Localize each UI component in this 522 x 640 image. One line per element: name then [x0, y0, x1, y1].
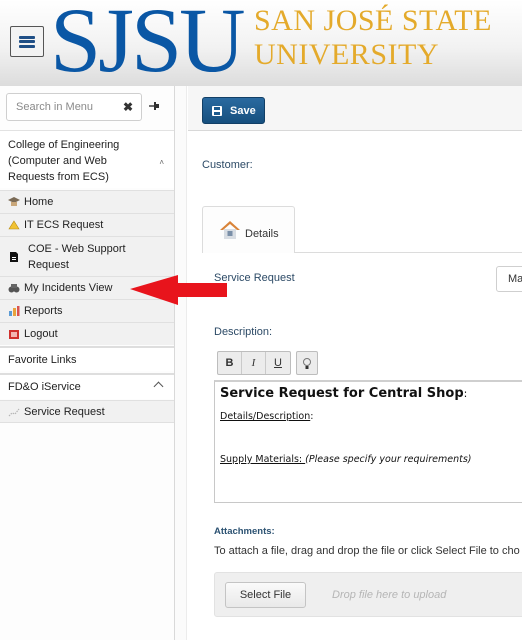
binoculars-icon [8, 284, 20, 293]
attachments-label: Attachments: [214, 526, 275, 537]
hamburger-menu-button[interactable] [10, 26, 44, 57]
save-button-label: Save [230, 104, 256, 117]
attachments-description: To attach a file, drag and drop the file… [214, 545, 520, 557]
house-icon [220, 221, 240, 239]
site-header: SJSU SAN JOSÉ STATE UNIVERSITY [0, 0, 522, 86]
menu-search-input[interactable] [7, 94, 117, 120]
tab-details[interactable]: Details [202, 206, 295, 253]
menu-search: ✖ [6, 93, 142, 121]
editor-details-line: Details/Description: [220, 411, 522, 422]
sidebar: ✖ College of Engineering (Computer and W… [0, 86, 175, 640]
chart-line-icon [8, 408, 20, 416]
sjsu-logo: SJSU [50, 0, 246, 91]
editor-heading: Service Request for Central Shop: [220, 386, 522, 401]
bar-chart-icon [9, 306, 20, 316]
collapse-icon: ˄ [159, 158, 164, 167]
sidebar-item-label: My Incidents View [24, 282, 113, 294]
document-icon [10, 251, 18, 262]
sidebar-item-label: Logout [24, 328, 58, 340]
sidebar-item-it-ecs-request[interactable]: IT ECS Request [0, 213, 174, 236]
customer-label: Customer: [202, 159, 253, 171]
sidebar-splitter[interactable] [175, 86, 187, 640]
sidebar-item-coe-web-support[interactable]: COE - Web Support Request [0, 236, 174, 276]
university-name-line2: UNIVERSITY [254, 38, 439, 71]
pin-icon[interactable] [148, 100, 160, 112]
university-name: SAN JOSÉ STATE UNIVERSITY [254, 4, 492, 72]
format-button-group: B I U [217, 351, 291, 375]
tab-details-label: Details [245, 228, 279, 240]
file-drop-zone[interactable]: Select File Drop file here to upload [214, 572, 522, 617]
sidebar-item-label: Service Request [24, 405, 105, 418]
underline-button[interactable]: U [266, 352, 290, 374]
editor-details-label: Details/Description [220, 411, 311, 422]
italic-button[interactable]: I [242, 352, 266, 374]
editor-heading-text: Service Request for Central Shop [220, 386, 464, 401]
sidebar-item-logout[interactable]: Logout [0, 322, 174, 345]
editor-heading-colon: : [463, 387, 468, 400]
editor-supply-line: Supply Materials: (Please specify your r… [220, 454, 522, 465]
editor-details-colon: : [310, 411, 314, 422]
logout-icon [9, 330, 19, 339]
lightbulb-icon [303, 357, 311, 369]
sidebar-item-label: IT ECS Request [24, 219, 104, 231]
favorite-links[interactable]: Favorite Links [0, 346, 174, 371]
service-request-select[interactable]: Ma [496, 266, 522, 292]
section-title: FD&O iService [8, 381, 81, 393]
sidebar-item-label: Home [24, 196, 54, 208]
editor-supply-hint: (Please specify your requirements) [305, 454, 472, 465]
warning-icon [8, 220, 20, 230]
sidebar-item-service-request[interactable]: Service Request [0, 400, 174, 423]
section-college-of-engineering[interactable]: College of Engineering (Computer and Web… [0, 130, 174, 188]
drop-hint: Drop file here to upload [332, 589, 447, 601]
save-disk-icon [212, 105, 222, 116]
hamburger-icon [19, 35, 35, 48]
save-button[interactable]: Save [202, 97, 265, 124]
description-label: Description: [214, 326, 273, 338]
bold-button[interactable]: B [218, 352, 242, 374]
sidebar-item-label: COE - Web Support Request [28, 242, 126, 271]
suggestion-button[interactable] [296, 351, 318, 375]
clear-search-icon[interactable]: ✖ [123, 100, 133, 114]
sidebar-item-home[interactable]: Home [0, 190, 174, 213]
section-title: College of Engineering (Computer and Web… [8, 139, 120, 183]
tab-divider [295, 252, 522, 253]
editor-supply-label: Supply Materials: [220, 454, 306, 465]
section-fdo-iservice[interactable]: FD&O iService [0, 373, 174, 399]
university-name-line1: SAN JOSÉ STATE [254, 4, 492, 37]
chevron-up-icon [153, 381, 164, 392]
description-editor[interactable]: Service Request for Central Shop: Detail… [214, 380, 522, 503]
form-toolbar: Save [188, 86, 522, 131]
graduation-cap-icon [8, 197, 20, 206]
select-file-button[interactable]: Select File [225, 582, 306, 608]
sidebar-item-label: Reports [24, 305, 63, 317]
annotation-arrow-icon [130, 275, 227, 305]
